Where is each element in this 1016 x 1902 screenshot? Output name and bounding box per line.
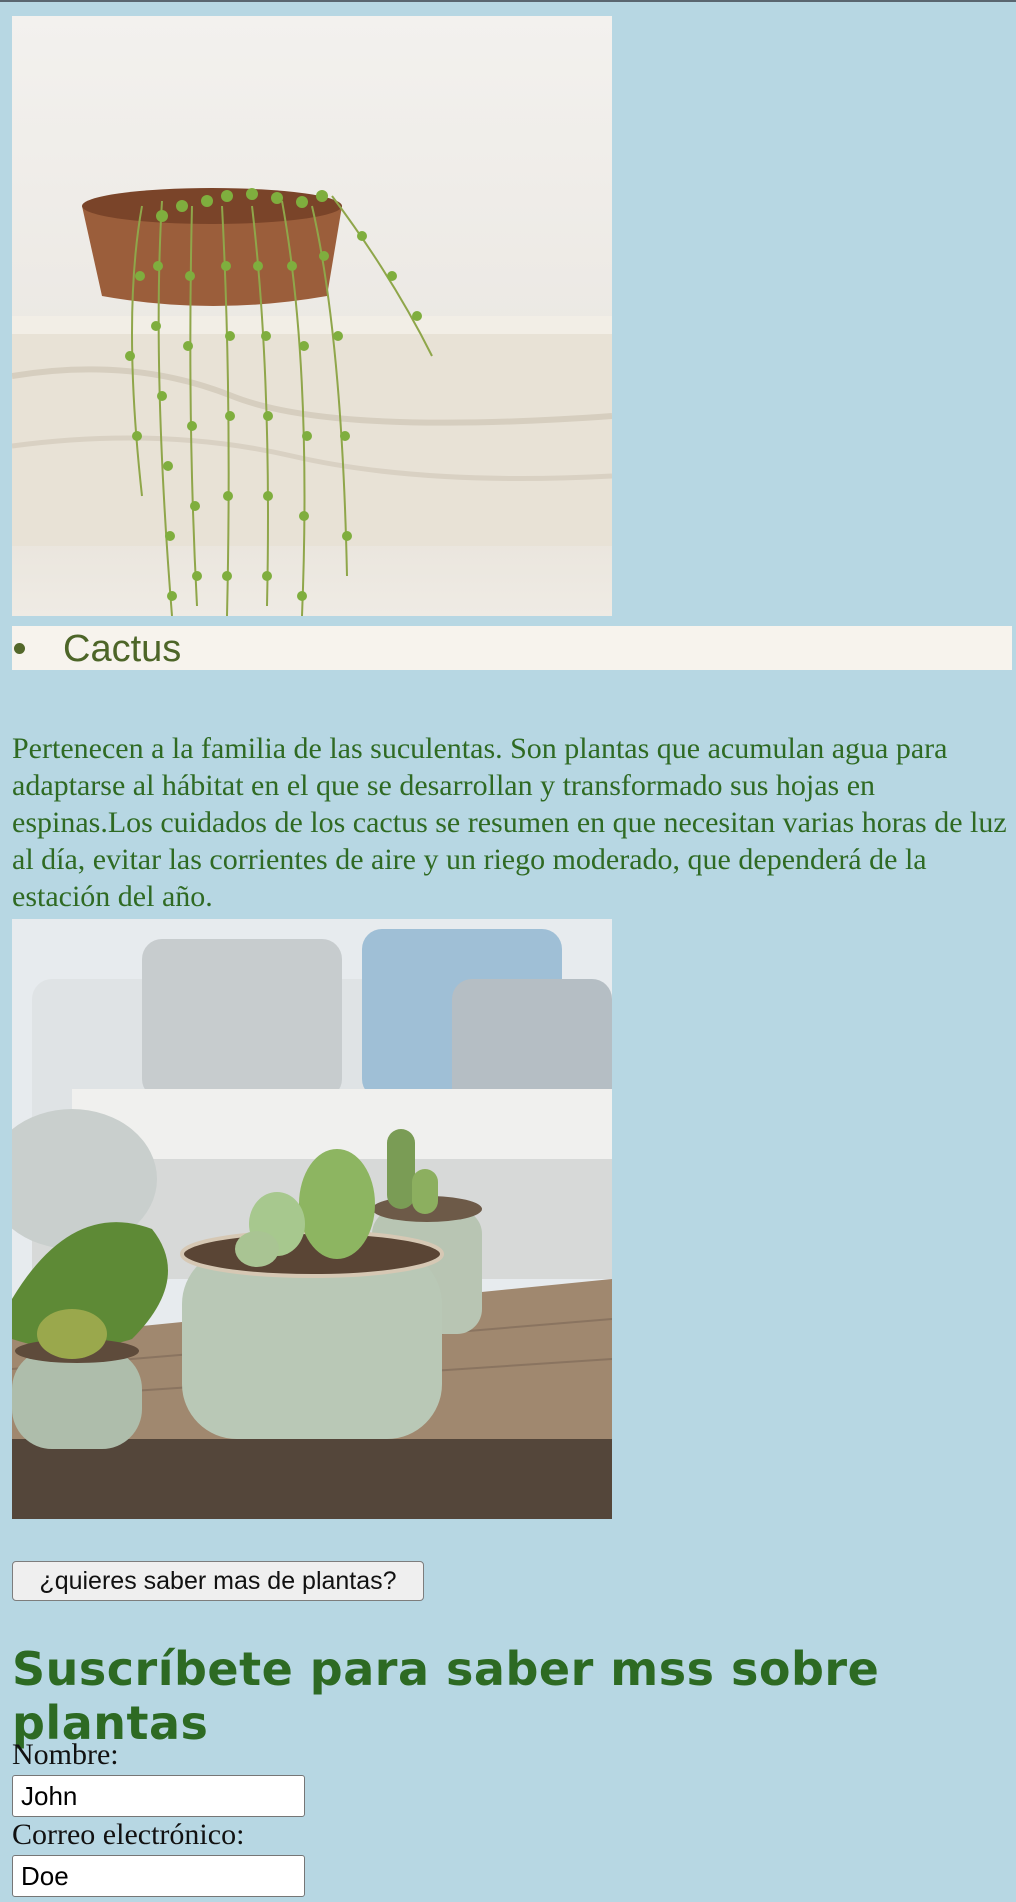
hanging-plant-illustration <box>12 188 612 616</box>
email-field[interactable] <box>12 1855 305 1897</box>
subscribe-heading: Suscríbete para saber mss sobre plantas <box>12 1642 880 1750</box>
cactus-pots-photo <box>12 919 612 1519</box>
cactus-description: Pertenecen a la familia de las suculenta… <box>12 732 1007 913</box>
name-field[interactable] <box>12 1775 305 1817</box>
name-label: Nombre: <box>12 1738 119 1771</box>
email-label: Correo electrónico: <box>12 1818 245 1851</box>
cactus-pots-illustration <box>12 919 612 1519</box>
list-bullet <box>14 643 25 654</box>
plant-list: Cactus <box>12 626 1012 670</box>
hanging-plant-photo <box>12 16 612 616</box>
more-plants-button[interactable]: ¿quieres saber mas de plantas? <box>12 1561 424 1601</box>
list-item-cactus: Cactus <box>63 628 182 670</box>
